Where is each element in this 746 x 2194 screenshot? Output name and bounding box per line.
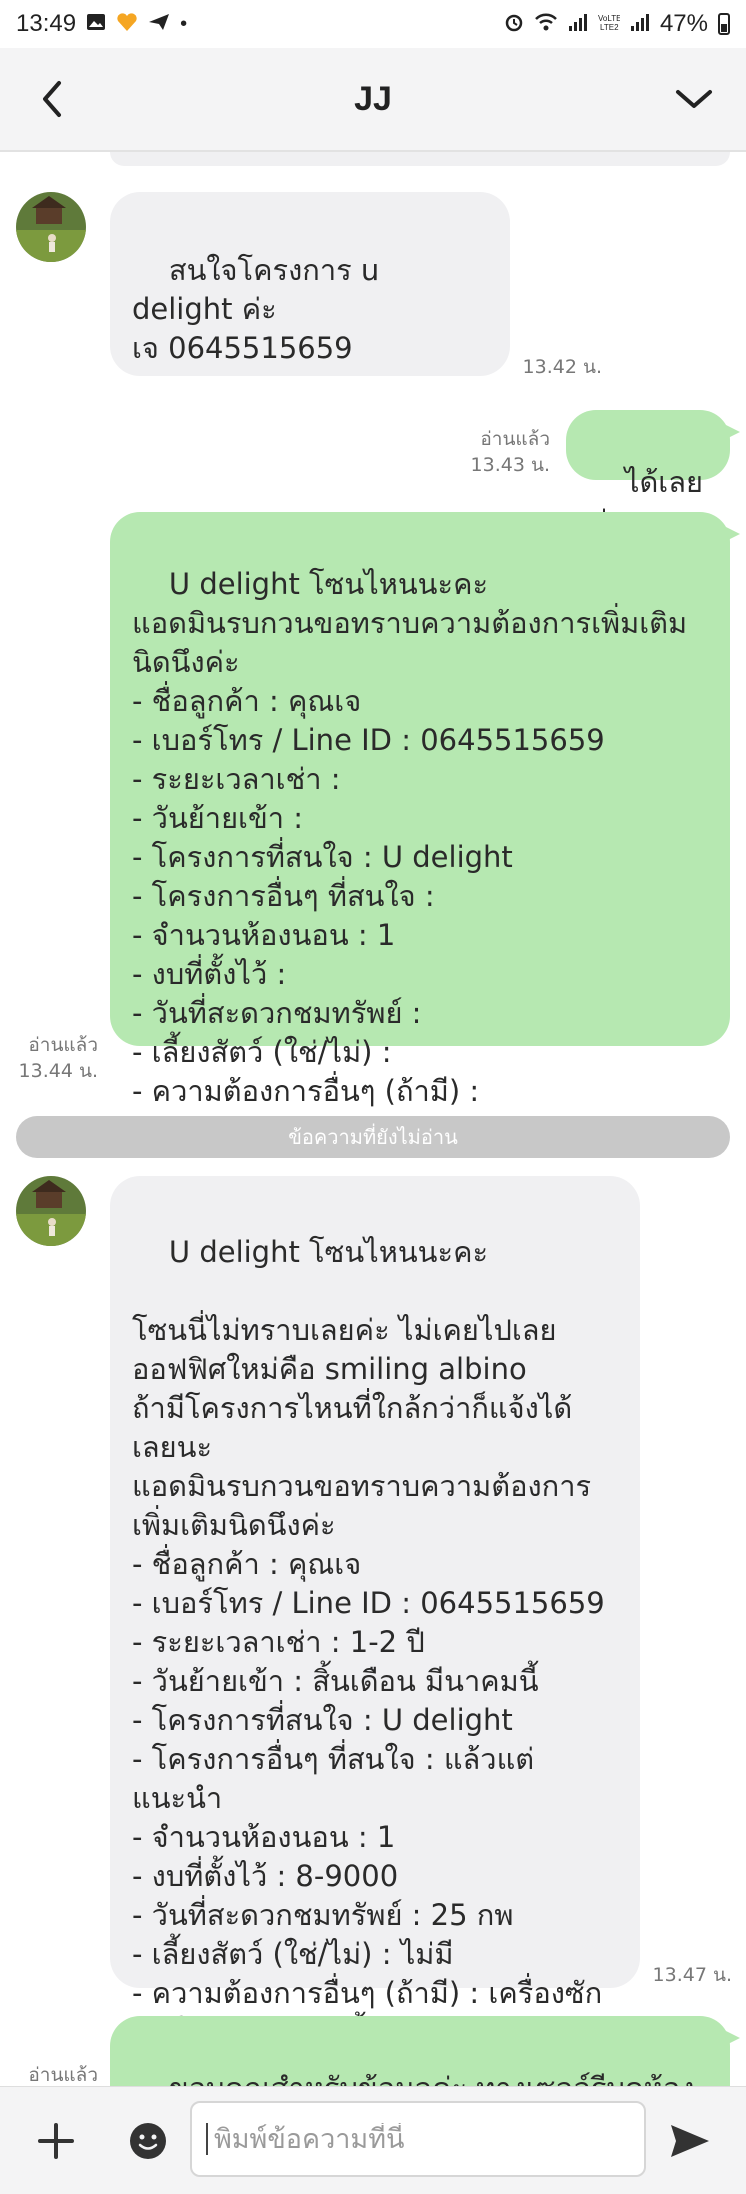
gallery-icon [86, 12, 106, 36]
chat-area[interactable]: สนใจโครงการ u delight ค่ะ เจ 0645515659 … [0, 152, 746, 2086]
svg-text:LTE2: LTE2 [600, 23, 619, 32]
chevron-left-icon [43, 81, 61, 117]
volte-icon: VoLTE LTE2 [598, 12, 621, 36]
chevron-down-icon [675, 90, 712, 108]
chat-header: JJ [0, 48, 746, 152]
svg-text:VoLTE: VoLTE [598, 14, 620, 23]
message-bubble-incoming[interactable]: สนใจโครงการ u delight ค่ะ เจ 0645515659 [110, 192, 510, 376]
alarm-icon [504, 12, 524, 36]
battery-icon [718, 13, 730, 35]
message-time: 13.47 น. [652, 1964, 732, 1986]
message-bubble-incoming[interactable]: U delight โซนไหนนะคะ โซนนี่ไม่ทราบเลยค่ะ… [110, 1176, 640, 2049]
message-meta: อ่านแล้ว [4, 2062, 98, 2086]
avatar[interactable] [16, 1176, 86, 1246]
send-button[interactable] [662, 2115, 718, 2167]
avatar[interactable] [16, 192, 86, 262]
message-input[interactable] [211, 2122, 630, 2156]
read-receipt: อ่านแล้ว [28, 1034, 98, 1056]
add-attachment-button[interactable] [30, 2115, 82, 2167]
emoji-icon [130, 2123, 166, 2159]
message-text: สนใจโครงการ u delight ค่ะ เจ 0645515659 [132, 253, 380, 365]
message-text: U delight โซนไหนนะคะ โซนนี่ไม่ทราบเลยค่ะ… [132, 1235, 605, 2049]
heart-notification-icon [116, 12, 138, 36]
message-text: ขอบคุณสำหรับข้อมูลค่ะ ทางเซลล์รีบดูห้อง … [132, 2071, 695, 2086]
signal-icon [568, 12, 588, 36]
text-caret [206, 2123, 208, 2155]
message-input-container[interactable] [190, 2101, 646, 2177]
signal-icon-2 [630, 12, 650, 36]
message-time: 13.44 น. [18, 1060, 98, 1082]
chat-title: JJ [354, 79, 392, 118]
message-time: 13.42 น. [522, 356, 602, 378]
menu-toggle-button[interactable] [672, 77, 716, 121]
more-notifications-dot: • [180, 13, 188, 35]
plus-icon [38, 2123, 74, 2159]
previous-bubble-edge [110, 152, 730, 166]
wifi-icon [534, 12, 558, 36]
message-meta: อ่านแล้ว 13.44 น. [4, 1032, 98, 1084]
message-bubble-outgoing[interactable]: U delight โซนไหนนะคะ แอดมินรบกวนขอทราบคว… [110, 512, 740, 1108]
message-text: U delight โซนไหนนะคะ แอดมินรบกวนขอทราบคว… [132, 567, 688, 1108]
back-button[interactable] [30, 77, 74, 121]
send-notification-icon [148, 12, 170, 36]
composer-bar [0, 2086, 746, 2194]
status-time: 13:49 [16, 10, 77, 37]
read-receipt: อ่านแล้ว [480, 428, 550, 450]
status-bar: 13:49 • VoLTE LTE2 47% [0, 0, 746, 48]
send-icon [671, 2125, 709, 2157]
message-bubble-outgoing[interactable]: ได้เลยค่ะ [566, 410, 740, 538]
read-receipt: อ่านแล้ว [28, 2064, 98, 2086]
emoji-button[interactable] [124, 2117, 172, 2165]
unread-divider: ข้อความที่ยังไม่อ่าน [16, 1116, 730, 1158]
battery-percent: 47% [659, 10, 708, 37]
message-time: 13.43 น. [470, 454, 550, 476]
message-bubble-outgoing[interactable]: ขอบคุณสำหรับข้อมูลค่ะ ทางเซลล์รีบดูห้อง … [110, 2016, 740, 2086]
message-meta: อ่านแล้ว 13.43 น. [430, 426, 550, 478]
